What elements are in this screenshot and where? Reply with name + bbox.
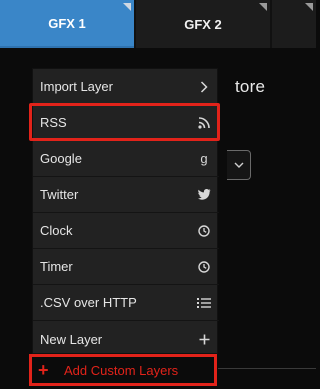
tab-gfx-2[interactable]: GFX 2 — [136, 0, 270, 48]
menu-item-csv-over-http[interactable]: .CSV over HTTP — [33, 285, 219, 321]
clock-icon — [196, 223, 212, 239]
divider — [218, 368, 316, 369]
google-icon: g — [200, 151, 208, 166]
menu-item-label: Twitter — [40, 187, 79, 202]
tab-gfx-1-label: GFX 1 — [48, 15, 86, 31]
app-root: GFX 1 GFX 2 tore Import Layer RSS Google… — [0, 0, 316, 389]
add-layer-menu: Import Layer RSS Google g Twitter Clock … — [32, 68, 219, 357]
menu-item-rss[interactable]: RSS — [33, 105, 219, 141]
menu-item-label: Clock — [40, 223, 73, 238]
menu-item-label: RSS — [40, 115, 67, 130]
plus-icon: + — [38, 360, 49, 380]
background-select-chevron[interactable] — [227, 150, 251, 180]
gfx-tab-bar: GFX 1 GFX 2 — [0, 0, 316, 48]
add-custom-layers-button[interactable]: + Add Custom Layers — [29, 354, 217, 386]
tab-corner-marker — [305, 3, 313, 11]
rss-icon — [196, 115, 212, 131]
twitter-icon — [196, 187, 212, 203]
menu-item-twitter[interactable]: Twitter — [33, 177, 219, 213]
chevron-right-icon — [196, 79, 212, 95]
menu-item-import-layer[interactable]: Import Layer — [33, 69, 219, 105]
menu-item-label: .CSV over HTTP — [40, 295, 137, 310]
add-custom-layers-label: Add Custom Layers — [64, 362, 179, 378]
background-title-fragment: tore — [235, 77, 266, 96]
chevron-down-icon — [234, 162, 243, 168]
menu-item-label: Import Layer — [40, 79, 113, 94]
menu-item-google[interactable]: Google g — [33, 141, 219, 177]
tab-gfx-3[interactable] — [272, 0, 316, 48]
list-icon — [196, 295, 212, 311]
menu-item-label: Timer — [40, 259, 73, 274]
tab-corner-marker — [123, 3, 131, 11]
menu-item-clock[interactable]: Clock — [33, 213, 219, 249]
tab-corner-marker — [259, 3, 267, 11]
plus-icon — [196, 331, 212, 347]
menu-item-new-layer[interactable]: New Layer — [33, 321, 219, 357]
menu-item-label: Google — [40, 151, 82, 166]
menu-item-label: New Layer — [40, 331, 103, 347]
tab-gfx-2-label: GFX 2 — [184, 16, 222, 32]
timer-icon — [196, 259, 212, 275]
tab-gfx-1[interactable]: GFX 1 — [0, 0, 134, 48]
menu-item-timer[interactable]: Timer — [33, 249, 219, 285]
